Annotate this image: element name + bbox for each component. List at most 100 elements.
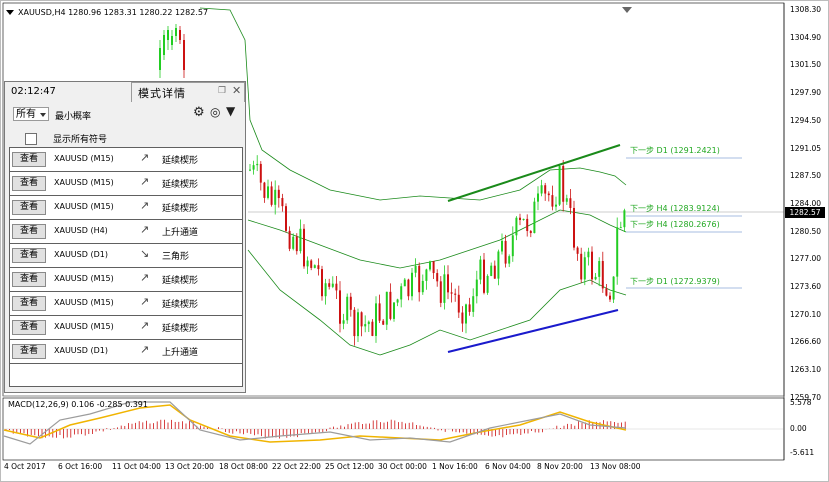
close-icon[interactable]: ✕ — [232, 84, 241, 97]
pattern-symbol: XAUUSD (M15) — [54, 322, 114, 331]
candle-body — [425, 269, 428, 281]
candle-body — [393, 302, 395, 319]
candle-body — [533, 201, 536, 234]
pattern-details-panel: 02:12:47 模式详情 ❐ ✕ 所有 最小概率 ⚙ ◎ ▼ 显示所有符号 查… — [4, 81, 246, 393]
time-tick-label: 1 Nov 16:00 — [432, 462, 478, 471]
level-label: 下一步 D1 (1272.9379) — [630, 277, 720, 286]
view-button[interactable]: 查看 — [12, 224, 46, 239]
view-button[interactable]: 查看 — [12, 344, 46, 359]
candle-body — [310, 260, 313, 268]
list-item[interactable]: 查看 XAUUSD (M15) ↗ 延续楔形 — [10, 316, 242, 340]
candle-body — [285, 206, 287, 231]
filter-select-value: 所有 — [16, 109, 36, 120]
pattern-symbol: XAUUSD (M15) — [54, 202, 114, 211]
candle-body — [259, 163, 262, 183]
min-probability-label[interactable]: 最小概率 — [55, 109, 91, 122]
pattern-symbol: XAUUSD (M15) — [54, 154, 114, 163]
pin-icon[interactable]: ❐ — [218, 86, 226, 96]
list-item[interactable]: 查看 XAUUSD (M15) ↗ 延续楔形 — [10, 148, 242, 172]
candle-body — [619, 227, 622, 229]
candle-body — [418, 265, 421, 293]
candle-body — [411, 272, 413, 297]
level-label: 下一步 H4 (1280.2676) — [630, 220, 720, 229]
price-tick-label: 1263.10 — [790, 365, 822, 375]
trend-up-icon: ↗ — [140, 271, 150, 284]
trend-up-icon: ↗ — [140, 151, 150, 164]
view-button[interactable]: 查看 — [12, 272, 46, 287]
candle-body — [547, 193, 550, 196]
candle-body — [389, 291, 392, 319]
candle-body — [551, 195, 554, 207]
price-tick-label: 1297.90 — [790, 88, 822, 98]
price-tick-label: 1291.05 — [790, 143, 822, 153]
chevron-down-icon[interactable] — [6, 10, 14, 15]
candle-body — [501, 240, 503, 252]
view-button[interactable]: 查看 — [12, 248, 46, 263]
candle-body — [303, 228, 305, 267]
candle-body — [295, 236, 298, 252]
pattern-type: 上升通道 — [162, 348, 199, 358]
pattern-symbol: XAUUSD (D1) — [54, 346, 108, 355]
chart-shift-marker[interactable] — [622, 7, 632, 13]
price-tick-label: 1270.10 — [790, 309, 822, 319]
globe-icon[interactable]: ◎ — [210, 105, 220, 119]
filter-icon[interactable]: ▼ — [226, 104, 235, 118]
candle-body — [364, 324, 367, 327]
list-item[interactable]: 查看 XAUUSD (M15) ↗ 延续楔形 — [10, 292, 242, 316]
price-tick-label: 1280.50 — [790, 226, 822, 236]
pattern-symbol: XAUUSD (M15) — [54, 178, 114, 187]
candle-body — [515, 217, 518, 236]
price-tick-label: 1287.50 — [790, 171, 822, 181]
pattern-symbol: XAUUSD (M15) — [54, 274, 114, 283]
list-item[interactable]: 查看 XAUUSD (M15) ↗ 延续楔形 — [10, 196, 242, 220]
show-all-checkbox[interactable] — [25, 133, 37, 145]
pattern-type: 延续楔形 — [162, 276, 199, 286]
candle-body — [436, 273, 439, 282]
price-tick-label: 1308.30 — [790, 5, 822, 14]
time-tick-label: 13 Oct 20:00 — [165, 462, 214, 471]
view-button[interactable]: 查看 — [12, 296, 46, 311]
candle-body — [609, 295, 611, 300]
macd-tick-label: 5.578 — [790, 398, 812, 407]
candle-body — [583, 257, 586, 280]
list-item[interactable]: 查看 XAUUSD (H4) ↗ 上升通道 — [10, 220, 242, 244]
time-tick-label: 4 Oct 2017 — [4, 462, 46, 471]
level-label: 下一步 H4 (1283.9124) — [630, 204, 720, 213]
candle-body — [167, 30, 169, 40]
tab-pattern-details[interactable]: 模式详情 ❐ ✕ — [131, 82, 245, 102]
candle-body — [472, 296, 475, 312]
filter-select[interactable]: 所有 — [13, 107, 49, 121]
candle-body — [540, 185, 543, 194]
view-button[interactable]: 查看 — [12, 200, 46, 215]
candle-body — [400, 286, 403, 300]
list-item[interactable]: 查看 XAUUSD (D1) ↗ 上升通道 — [10, 340, 242, 364]
candle-body — [529, 231, 532, 234]
view-button[interactable]: 查看 — [12, 152, 46, 167]
list-item[interactable]: 查看 XAUUSD (M15) ↗ 延续楔形 — [10, 172, 242, 196]
candle-body — [508, 256, 511, 264]
candle-body — [403, 279, 406, 287]
candle-body — [299, 228, 302, 252]
candle-body — [367, 321, 370, 325]
view-button[interactable]: 查看 — [12, 320, 46, 335]
list-item[interactable]: 查看 XAUUSD (D1) ↘ 三角形 — [10, 244, 242, 268]
current-price-label: 1282.57 — [785, 207, 825, 218]
list-item[interactable]: 查看 XAUUSD (M15) ↗ 延续楔形 — [10, 268, 242, 292]
candle-body — [175, 28, 177, 36]
candle-body — [486, 275, 489, 293]
pattern-type: 延续楔形 — [162, 324, 199, 334]
candle-body — [479, 259, 482, 280]
candle-body — [421, 280, 424, 293]
candle-body — [346, 296, 349, 321]
chart-title-text: XAUUSD,H4 1280.96 1283.31 1280.22 1282.5… — [18, 8, 209, 17]
candle-body — [565, 198, 568, 202]
upper-trendline[interactable] — [447, 144, 621, 202]
candle-body — [598, 261, 601, 277]
level-label: 下一步 D1 (1291.2421) — [630, 146, 720, 155]
price-tick-label: 1301.50 — [790, 60, 822, 70]
candle-body — [267, 186, 269, 198]
candle-body — [526, 218, 529, 232]
candle-body — [594, 276, 597, 280]
view-button[interactable]: 查看 — [12, 176, 46, 191]
gear-icon[interactable]: ⚙ — [193, 105, 205, 120]
